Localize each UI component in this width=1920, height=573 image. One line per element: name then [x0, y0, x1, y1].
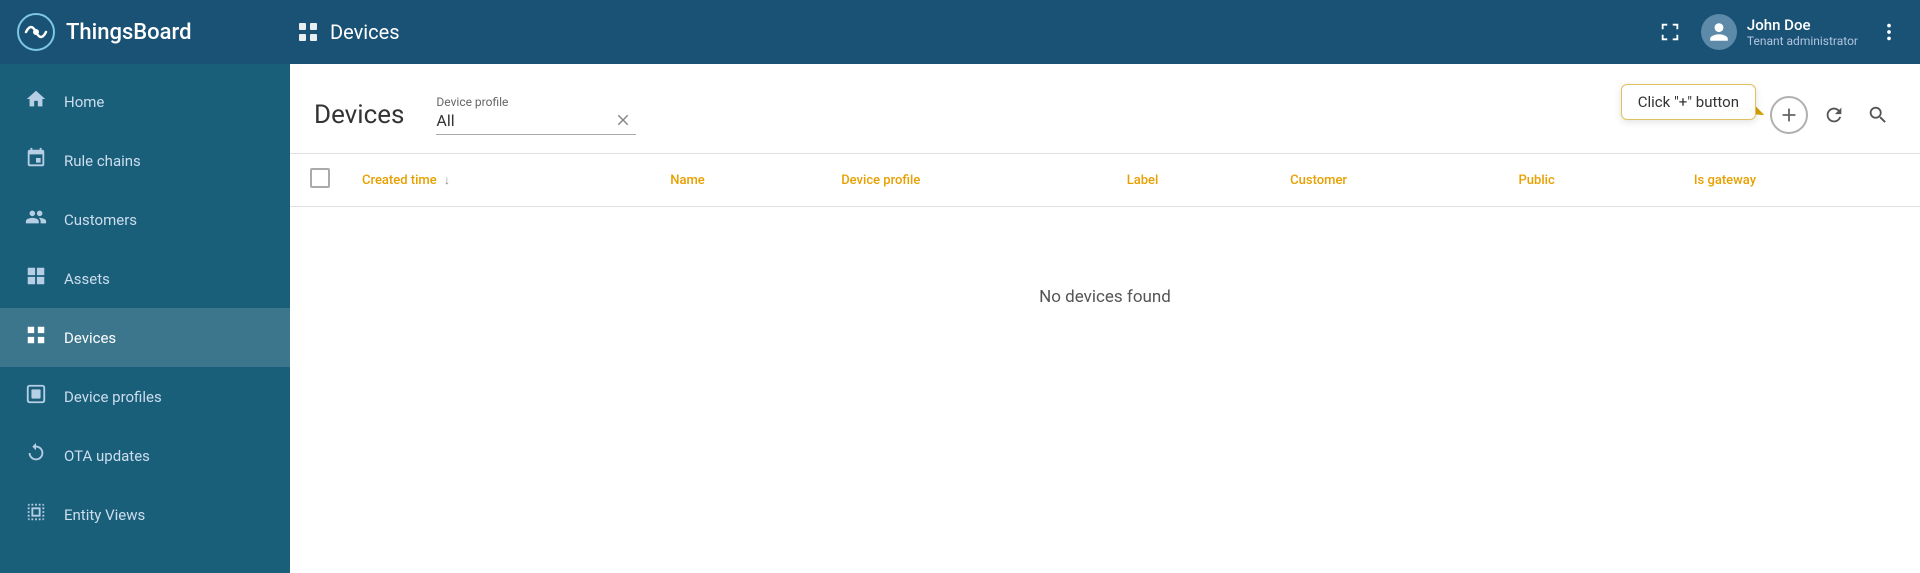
sidebar-item-entity-views-label: Entity Views	[64, 506, 145, 524]
sidebar-item-customers-label: Customers	[64, 211, 137, 229]
user-icon	[1708, 21, 1730, 43]
select-all-column	[290, 154, 346, 207]
sidebar-item-ota-label: OTA updates	[64, 447, 150, 465]
is-gateway-label: Is gateway	[1694, 173, 1756, 188]
sidebar-item-rule-chains[interactable]: Rule chains	[0, 131, 290, 190]
entity-views-icon	[24, 501, 48, 528]
created-time-column[interactable]: Created time ↓	[346, 154, 654, 207]
filter-value: All	[436, 111, 602, 130]
select-all-checkbox[interactable]	[310, 168, 330, 188]
customers-icon	[24, 206, 48, 233]
devices-header: Devices Device profile All Click "+" bu	[290, 64, 1920, 154]
refresh-icon	[1823, 104, 1845, 126]
search-icon	[1867, 104, 1889, 126]
table-area: Created time ↓ Name Device profile Label	[290, 154, 1920, 573]
label-column[interactable]: Label	[1111, 154, 1274, 207]
page-title: Devices	[314, 100, 404, 130]
sidebar-item-device-profiles-label: Device profiles	[64, 388, 162, 406]
device-profile-label-col: Device profile	[841, 173, 920, 188]
main-content: Devices Device profile All Click "+" bu	[290, 64, 1920, 573]
user-info: John Doe Tenant administrator	[1747, 16, 1858, 48]
user-menu[interactable]: John Doe Tenant administrator	[1701, 14, 1858, 50]
topbar: ThingsBoard Devices John Doe Tenant admi…	[0, 0, 1920, 64]
devices-nav-icon	[296, 20, 320, 44]
add-device-button[interactable]	[1770, 96, 1808, 134]
search-button[interactable]	[1860, 97, 1896, 133]
sidebar-item-devices-label: Devices	[64, 329, 116, 347]
logo-icon	[16, 12, 56, 52]
public-label: Public	[1519, 173, 1555, 188]
sidebar-item-assets-label: Assets	[64, 270, 110, 288]
sidebar-item-customers[interactable]: Customers	[0, 190, 290, 249]
more-options-button[interactable]	[1874, 17, 1904, 47]
empty-state: No devices found	[290, 207, 1920, 387]
home-icon	[24, 88, 48, 115]
table-header: Created time ↓ Name Device profile Label	[290, 154, 1920, 207]
tooltip-bubble: Click "+" button	[1621, 84, 1756, 120]
device-profile-column[interactable]: Device profile	[825, 154, 1111, 207]
topbar-right: John Doe Tenant administrator	[1655, 14, 1904, 50]
empty-message: No devices found	[1039, 287, 1171, 307]
ota-icon	[24, 442, 48, 469]
devices-icon	[24, 324, 48, 351]
sidebar-item-devices[interactable]: Devices	[0, 308, 290, 367]
assets-icon	[24, 265, 48, 292]
user-name: John Doe	[1747, 16, 1858, 34]
layout: Home Rule chains Customers Assets Device…	[0, 64, 1920, 573]
sidebar: Home Rule chains Customers Assets Device…	[0, 64, 290, 573]
created-time-label: Created time	[362, 173, 437, 188]
more-vert-icon	[1878, 21, 1900, 43]
sidebar-item-home-label: Home	[64, 93, 104, 111]
tooltip-text: Click "+" button	[1638, 93, 1739, 111]
fullscreen-button[interactable]	[1655, 17, 1685, 47]
sidebar-item-home[interactable]: Home	[0, 72, 290, 131]
customer-label: Customer	[1290, 173, 1347, 188]
clear-icon	[614, 111, 632, 129]
name-column[interactable]: Name	[654, 154, 825, 207]
sidebar-item-device-profiles[interactable]: Device profiles	[0, 367, 290, 426]
customer-column[interactable]: Customer	[1274, 154, 1502, 207]
public-column[interactable]: Public	[1503, 154, 1678, 207]
name-label: Name	[670, 173, 705, 188]
rule-chains-icon	[24, 147, 48, 174]
device-profile-filter: Device profile All	[436, 95, 636, 135]
filter-input-row: All	[436, 111, 636, 135]
sidebar-item-ota-updates[interactable]: OTA updates	[0, 426, 290, 485]
clear-filter-button[interactable]	[610, 111, 636, 129]
is-gateway-column[interactable]: Is gateway	[1678, 154, 1920, 207]
label-col-label: Label	[1127, 173, 1159, 188]
app-logo: ThingsBoard	[16, 12, 296, 52]
sidebar-item-rule-chains-label: Rule chains	[64, 152, 141, 170]
add-button-tooltip-container: Click "+" button	[1770, 96, 1808, 134]
avatar	[1701, 14, 1737, 50]
topbar-page-title: Devices	[330, 20, 400, 44]
filter-label: Device profile	[436, 95, 636, 109]
add-icon	[1778, 104, 1800, 126]
user-role: Tenant administrator	[1747, 34, 1858, 48]
devices-table: Created time ↓ Name Device profile Label	[290, 154, 1920, 387]
sidebar-item-assets[interactable]: Assets	[0, 249, 290, 308]
app-title: ThingsBoard	[66, 20, 191, 45]
fullscreen-icon	[1659, 21, 1681, 43]
topbar-page-title-area: Devices	[296, 20, 1655, 44]
refresh-button[interactable]	[1816, 97, 1852, 133]
sidebar-item-entity-views[interactable]: Entity Views	[0, 485, 290, 544]
header-actions: Click "+" button	[1770, 96, 1896, 134]
table-body: No devices found	[290, 207, 1920, 388]
sort-icon: ↓	[444, 173, 450, 187]
device-profiles-icon	[24, 383, 48, 410]
